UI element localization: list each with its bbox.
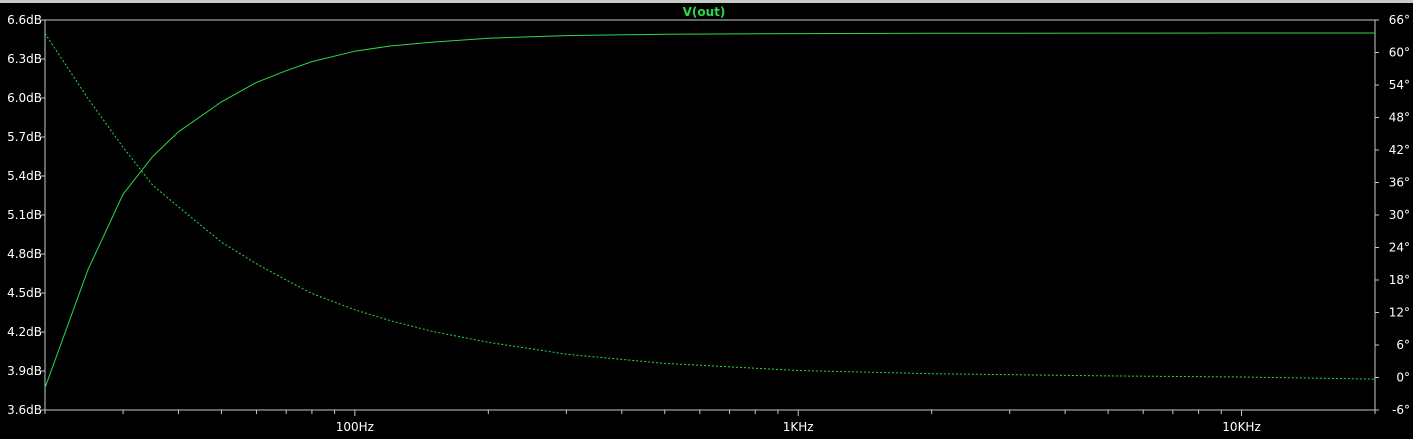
x-tick-label: 1KHz [783, 420, 814, 434]
y-right-tick-label: 48° [1389, 111, 1410, 125]
y-left-tick-label: 4.8dB [7, 247, 42, 261]
y-left-tick-label: 3.6dB [7, 403, 42, 417]
y-right-tick-label: 66° [1389, 13, 1410, 27]
x-tick-label: 10KHz [1222, 420, 1260, 434]
y-right-tick-label: -6° [1392, 403, 1410, 417]
y-right-tick-label: 0° [1396, 371, 1410, 385]
y-right-tick-label: 60° [1389, 46, 1410, 60]
plot-frame [44, 19, 1376, 411]
y-right-tick-label: 54° [1389, 78, 1410, 92]
y-right-tick-label: 30° [1389, 208, 1410, 222]
y-right-tick-label: 24° [1389, 241, 1410, 255]
phase-trace-line [44, 33, 1376, 380]
y-right-tick-label: 36° [1389, 176, 1410, 190]
y-left-tick-label: 5.4dB [7, 169, 42, 183]
y-left-tick-label: 4.5dB [7, 286, 42, 300]
y-right-tick-label: 18° [1389, 273, 1410, 287]
y-right-tick-label: 12° [1389, 306, 1410, 320]
trace-title-vout[interactable]: V(out) [683, 5, 726, 19]
y-left-tick-label: 5.7dB [7, 130, 42, 144]
y-right-tick-label: 6° [1396, 338, 1410, 352]
y-left-tick-label: 4.2dB [7, 325, 42, 339]
y-right-tick-label: 42° [1389, 143, 1410, 157]
waveform-plot-window[interactable]: V(out) 100Hz 1KHz 10KHz 6.6dB 6.3dB 6.0dB 5.7d… [0, 0, 1413, 435]
y-left-tick-label: 6.3dB [7, 52, 42, 66]
y-left-tick-label: 6.6dB [7, 13, 42, 27]
x-tick-label: 100Hz [336, 420, 374, 434]
window-top-border [0, 0, 1413, 3]
y-left-tick-label: 3.9dB [7, 364, 42, 378]
chart-svg[interactable]: V(out) 100Hz 1KHz 10KHz 6.6dB 6.3dB 6.0dB 5.7d… [0, 0, 1413, 435]
series-group [44, 32, 1376, 389]
y-left-tick-label: 6.0dB [7, 91, 42, 105]
axes-group: 100Hz 1KHz 10KHz 6.6dB 6.3dB 6.0dB 5.7dB 5.4dB 5… [7, 13, 1410, 434]
y-left-tick-label: 5.1dB [7, 208, 42, 222]
magnitude-trace-line [44, 32, 1375, 389]
